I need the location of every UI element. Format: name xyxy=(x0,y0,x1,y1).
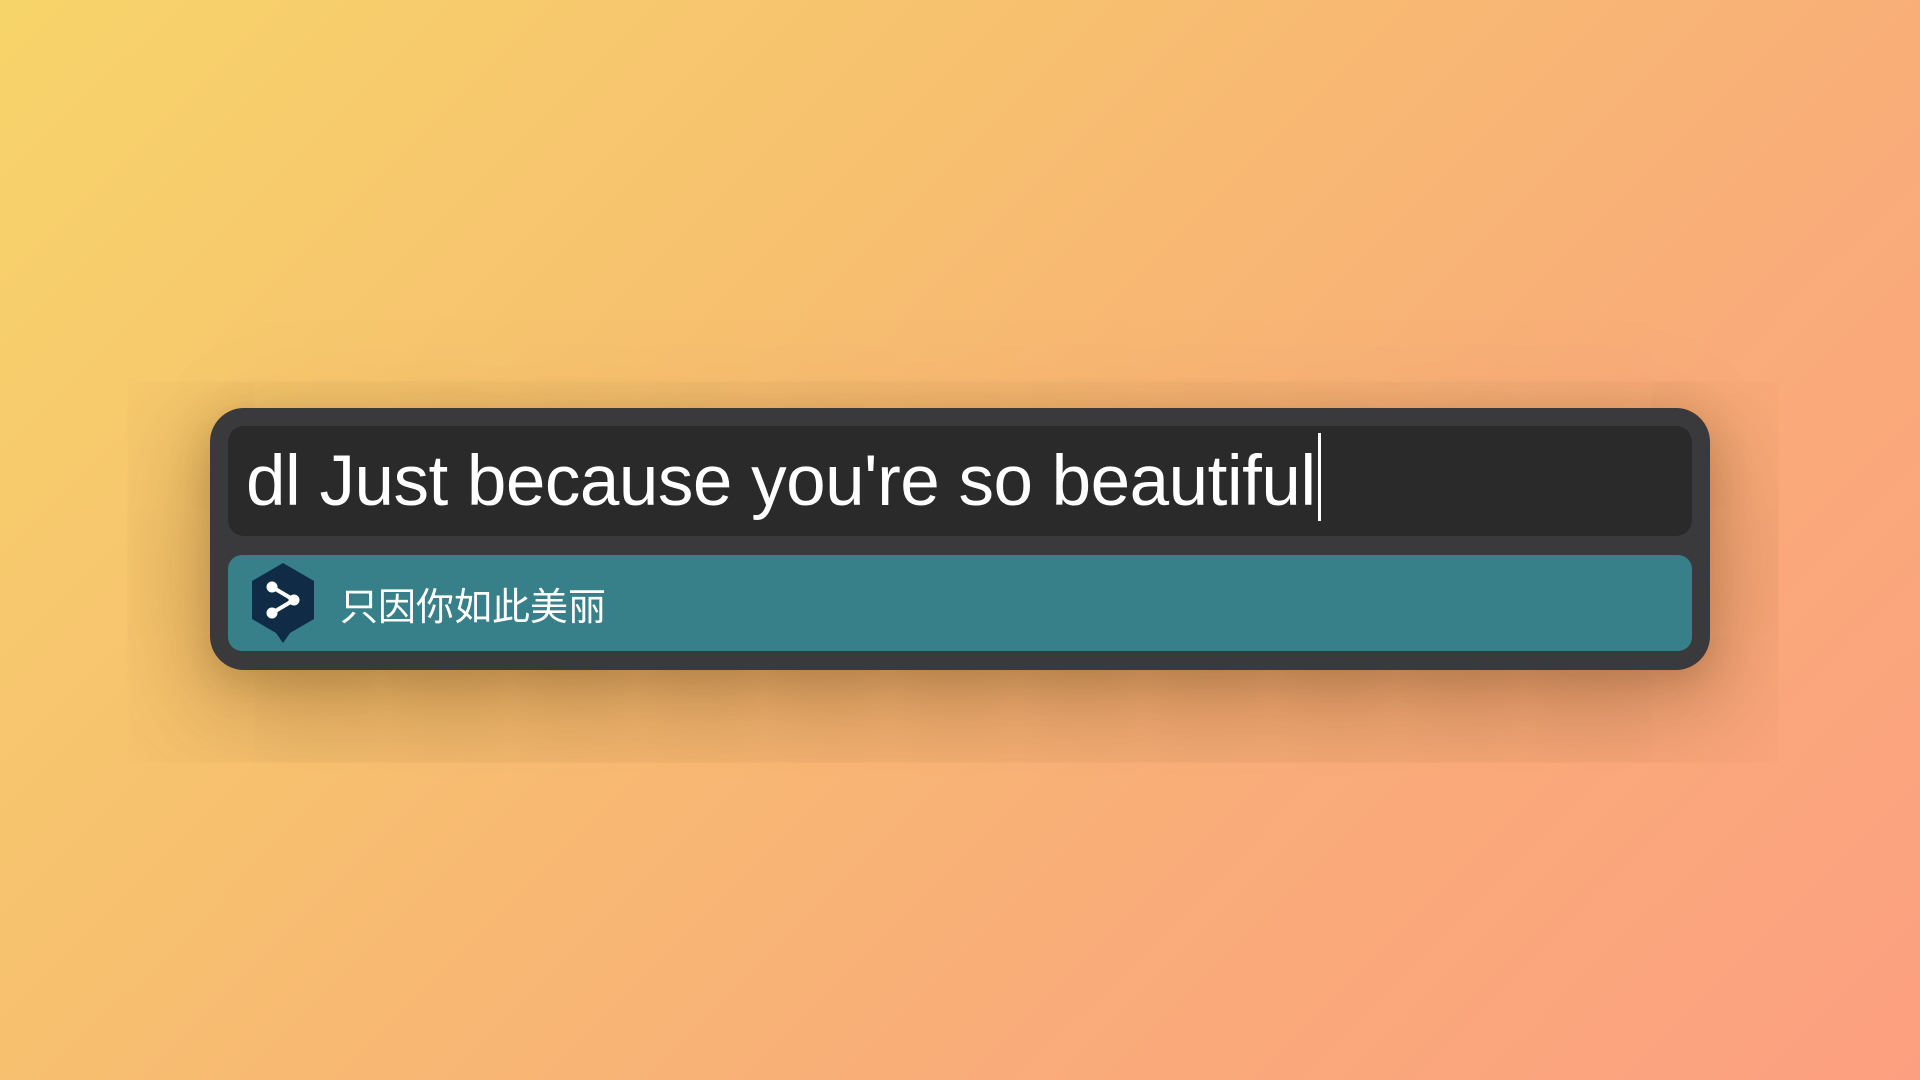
search-input[interactable]: dl Just because you're so beautiful xyxy=(228,426,1692,536)
search-input-text: dl Just because you're so beautiful xyxy=(246,441,1316,521)
text-caret xyxy=(1317,433,1321,521)
result-item[interactable]: 只因你如此美丽 xyxy=(228,555,1692,651)
launcher-window: dl Just because you're so beautiful 只因你如… xyxy=(210,408,1710,670)
deepl-icon xyxy=(248,561,318,645)
result-translation-text: 只因你如此美丽 xyxy=(340,584,607,629)
